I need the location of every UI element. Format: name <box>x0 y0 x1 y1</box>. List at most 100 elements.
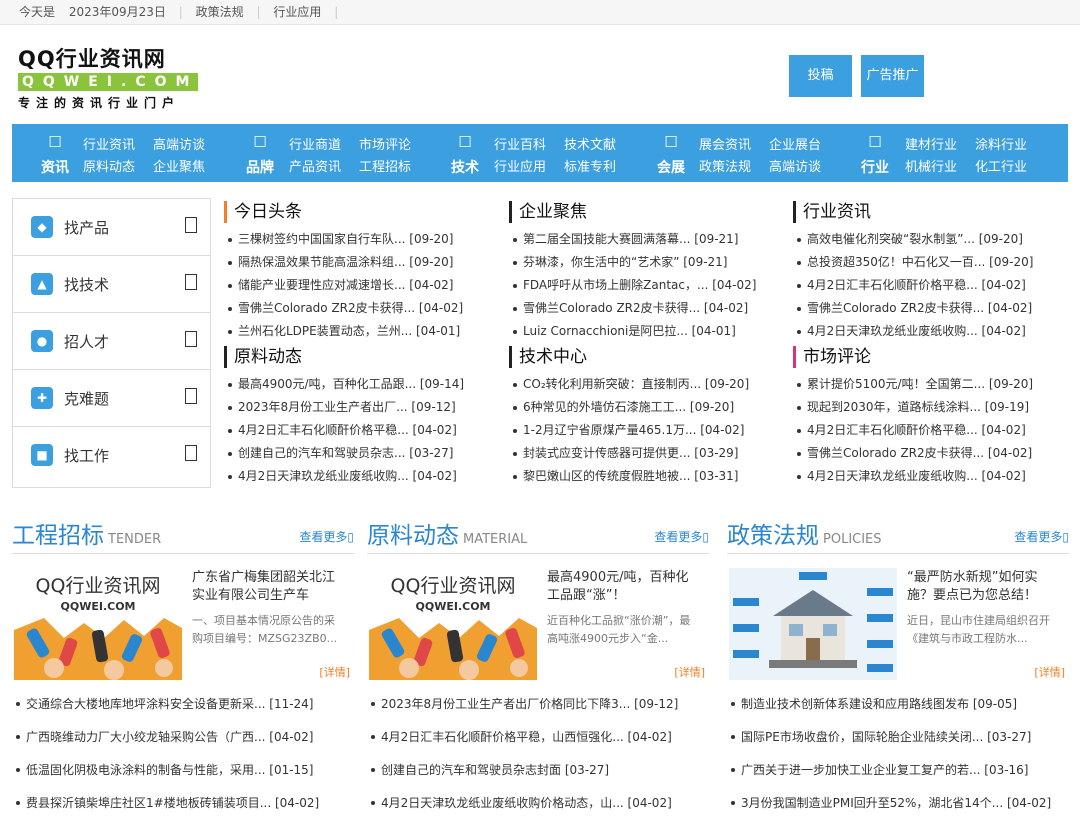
nav-link[interactable]: 行业资讯 <box>83 134 135 153</box>
list-item[interactable]: 费县探沂镇柴埠庄社区1#楼地板砖铺装项目... [04-02] <box>12 792 354 825</box>
list-item[interactable]: 4月2日天津玖龙纸业废纸收购价格动态，山... [04-02] <box>367 792 709 825</box>
nav-link[interactable]: 行业商道 <box>289 134 341 153</box>
list-item[interactable]: 芬琳漆，你生活中的“艺术家” [09-21] <box>509 251 756 274</box>
nav-link[interactable]: 行业百科 <box>494 134 546 153</box>
list-item[interactable]: 高效电催化剂突破“裂水制氢”... [09-20] <box>793 228 1033 251</box>
list-item[interactable]: 4月2日汇丰石化顺酐价格平稳... [04-02] <box>793 419 1033 442</box>
list-item[interactable]: 现起到2030年，道路标线涂料... [09-19] <box>793 396 1033 419</box>
list-item[interactable]: FDA呼吁从市场上删除Zantac，... [04-02] <box>509 274 756 297</box>
list-item[interactable]: 雪佛兰Colorado ZR2皮卡获得... [04-02] <box>793 297 1033 320</box>
nav-link[interactable]: 原料动态 <box>83 156 135 175</box>
sidebar-item-jobs[interactable]: ■ 找工作 <box>13 427 210 484</box>
ads-button[interactable]: 广告推广 <box>861 55 924 97</box>
list-item[interactable]: 最高4900元/吨，百种化工品跟... [09-14] <box>224 373 464 396</box>
list-item[interactable]: 广西晓维动力厂大小绞龙轴采购公告（广西... [04-02] <box>12 726 354 759</box>
feature-title[interactable]: “最严防水新规”如何实施？要点已为您总结！ <box>907 569 1057 605</box>
list-item[interactable]: 6种常见的外墙仿石漆施工工... [09-20] <box>509 396 749 419</box>
list-item[interactable]: 兰州石化LDPE装置动态，兰州... [04-01] <box>224 320 463 343</box>
list-item[interactable]: 雪佛兰Colorado ZR2皮卡获得... [04-02] <box>509 297 756 320</box>
news-list: 高效电催化剂突破“裂水制氢”... [09-20] 总投资超350亿！中石化又一… <box>793 228 1033 343</box>
list-item[interactable]: 雪佛兰Colorado ZR2皮卡获得... [04-02] <box>793 442 1033 465</box>
list-item[interactable]: 广西关于进一步加快工业企业复工复产的若... [03-16] <box>727 759 1069 792</box>
sidebar-item-problems[interactable]: ✚ 克难题 <box>13 370 210 427</box>
list-item[interactable]: 累计提价5100元/吨！全国第二... [09-20] <box>793 373 1033 396</box>
section-title[interactable]: 原料动态 MATERIAL <box>367 516 527 550</box>
list-item[interactable]: 黎巴嫩山区的传统度假胜地被... [03-31] <box>509 465 749 488</box>
nav-group-name[interactable]: 品牌 <box>243 157 277 177</box>
section-list: 制造业技术创新体系建设和应用路线图发布 [09-05] 国际PE市场收盘价，国际… <box>727 693 1069 825</box>
list-item[interactable]: 国际PE市场收盘价，国际轮胎企业陆续关闭... [03-27] <box>727 726 1069 759</box>
view-more-link[interactable]: 查看更多▯ <box>654 528 709 545</box>
nav-link[interactable]: 高端访谈 <box>153 134 205 153</box>
list-item[interactable]: 4月2日汇丰石化顺酐价格平稳... [04-02] <box>224 419 464 442</box>
list-item[interactable]: CO₂转化利用新突破：直接制丙... [09-20] <box>509 373 749 396</box>
view-more-link[interactable]: 查看更多▯ <box>299 528 354 545</box>
list-item[interactable]: 总投资超350亿！中石化又一百... [09-20] <box>793 251 1033 274</box>
list-item[interactable]: 雪佛兰Colorado ZR2皮卡获得... [04-02] <box>224 297 463 320</box>
block-title[interactable]: 行业资讯 <box>793 201 871 223</box>
list-item[interactable]: 4月2日天津玖龙纸业废纸收购... [04-02] <box>793 465 1033 488</box>
nav-link[interactable]: 标准专利 <box>564 156 616 175</box>
block-title[interactable]: 今日头条 <box>224 201 302 223</box>
nav-link[interactable]: 企业展台 <box>769 134 821 153</box>
list-item[interactable]: 2023年8月份工业生产者出厂... [09-12] <box>224 396 464 419</box>
list-item[interactable]: 1-2月辽宁省原煤产量465.1万... [04-02] <box>509 419 749 442</box>
nav-link[interactable]: 机械行业 <box>905 156 957 175</box>
list-item[interactable]: 2023年8月份工业生产者出厂价格同比下降3... [09-12] <box>367 693 709 726</box>
feature-image[interactable] <box>729 568 897 680</box>
list-item[interactable]: 储能产业要理性应对减速增长... [04-02] <box>224 274 463 297</box>
feature-title[interactable]: 广东省广梅集团韶关北江实业有限公司生产车 <box>192 569 342 605</box>
block-title[interactable]: 原料动态 <box>224 346 302 368</box>
nav-link[interactable]: 建材行业 <box>905 134 957 153</box>
nav-link[interactable]: 工程招标 <box>359 156 411 175</box>
sidebar-item-talent[interactable]: ● 招人才 <box>13 313 210 370</box>
nav-group-name[interactable]: 会展 <box>654 157 688 177</box>
top-link-applications[interactable]: 行业应用 <box>273 0 321 24</box>
block-title[interactable]: 企业聚焦 <box>509 201 587 223</box>
block-title[interactable]: 市场评论 <box>793 346 871 368</box>
detail-link[interactable]: [详情] <box>319 664 350 680</box>
feature-image[interactable]: QQ行业资讯网 QQWEI.COM <box>369 568 537 680</box>
list-item[interactable]: 3月份我国制造业PMI回升至52%，湖北省14个... [04-02] <box>727 792 1069 825</box>
list-item[interactable]: 封装式应变计传感器可提供更... [03-29] <box>509 442 749 465</box>
contribute-button[interactable]: 投稿 <box>789 55 852 97</box>
list-item[interactable]: 创建自己的汽车和驾驶员杂志封面 [03-27] <box>367 759 709 792</box>
nav-link[interactable]: 涂料行业 <box>975 134 1027 153</box>
list-item[interactable]: 4月2日汇丰石化顺酐价格平稳，山西恒强化... [04-02] <box>367 726 709 759</box>
list-item[interactable]: Luiz Cornacchioni是阿巴拉... [04-01] <box>509 320 756 343</box>
feature-title[interactable]: 最高4900元/吨，百种化工品跟“涨”！ <box>547 569 697 605</box>
detail-link[interactable]: [详情] <box>1034 664 1065 680</box>
block-title[interactable]: 技术中心 <box>509 346 587 368</box>
list-item[interactable]: 交通综合大楼地库地坪涂料安全设备更新采... [11-24] <box>12 693 354 726</box>
nav-link[interactable]: 产品资讯 <box>289 156 341 175</box>
nav-link[interactable]: 化工行业 <box>975 156 1027 175</box>
section-title[interactable]: 政策法规 POLICIES <box>727 516 882 550</box>
list-item[interactable]: 第二届全国技能大赛圆满落幕... [09-21] <box>509 228 756 251</box>
list-item[interactable]: 隔热保温效果节能高温涂料组... [09-20] <box>224 251 463 274</box>
list-item[interactable]: 4月2日汇丰石化顺酐价格平稳... [04-02] <box>793 274 1033 297</box>
feature-image[interactable]: QQ行业资讯网 QQWEI.COM <box>14 568 182 680</box>
sidebar-item-tech[interactable]: ▲ 找技术 <box>13 256 210 313</box>
nav-link[interactable]: 展会资讯 <box>699 134 751 153</box>
list-item[interactable]: 4月2日天津玖龙纸业废纸收购... [04-02] <box>224 465 464 488</box>
nav-group-name[interactable]: 行业 <box>858 157 892 177</box>
nav-group-name[interactable]: 资讯 <box>38 157 72 177</box>
nav-link[interactable]: 高端访谈 <box>769 156 821 175</box>
nav-link[interactable]: 企业聚焦 <box>153 156 205 175</box>
nav-link[interactable]: 技术文献 <box>564 134 616 153</box>
list-item[interactable]: 制造业技术创新体系建设和应用路线图发布 [09-05] <box>727 693 1069 726</box>
site-logo[interactable]: QQ行业资讯网 QQWEI.COM 专注的资讯行业门户 <box>18 47 200 110</box>
nav-link[interactable]: 政策法规 <box>699 156 751 175</box>
detail-link[interactable]: [详情] <box>674 664 705 680</box>
view-more-link[interactable]: 查看更多▯ <box>1014 528 1069 545</box>
section-title[interactable]: 工程招标 TENDER <box>12 516 161 550</box>
nav-link[interactable]: 行业应用 <box>494 156 546 175</box>
nav-group-name[interactable]: 技术 <box>448 157 482 177</box>
list-item[interactable]: 创建自己的汽车和驾驶员杂志... [03-27] <box>224 442 464 465</box>
sidebar-item-products[interactable]: ◆ 找产品 <box>13 199 210 256</box>
list-item[interactable]: 三棵树签约中国国家自行车队... [09-20] <box>224 228 463 251</box>
list-item[interactable]: 4月2日天津玖龙纸业废纸收购... [04-02] <box>793 320 1033 343</box>
list-item[interactable]: 低温固化阴极电泳涂料的制备与性能，采用... [01-15] <box>12 759 354 792</box>
top-link-policies[interactable]: 政策法规 <box>196 0 244 24</box>
nav-link[interactable]: 市场评论 <box>359 134 411 153</box>
